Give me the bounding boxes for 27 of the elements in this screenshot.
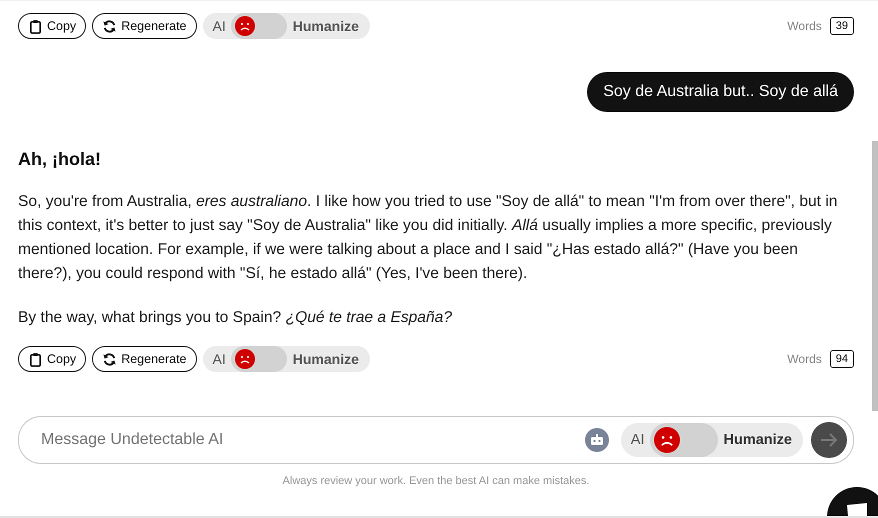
sad-face-icon (654, 427, 680, 453)
copy-button[interactable]: Copy (18, 13, 86, 39)
word-count-label: Words (787, 19, 822, 33)
word-count-label: Words (787, 352, 822, 366)
reply-paragraph: By the way, what brings you to Spain? ¿Qué te trae a España? (18, 308, 453, 328)
humanize-toggle[interactable]: AI Humanize (620, 423, 803, 457)
refresh-icon (102, 18, 118, 34)
sad-face-icon (234, 16, 255, 36)
send-arrow-button[interactable] (811, 422, 847, 458)
user-message: Soy de Australia but.. Soy de allá (587, 72, 854, 112)
clipboard-icon (28, 352, 43, 366)
humanize-toggle[interactable]: AI Humanize (202, 346, 370, 372)
robot-icon[interactable] (584, 428, 609, 452)
reply-paragraph: So, you're from Australia, eres australiano. I like how you tried to use "Soy de allá" to mean "I'm from over there", but in this context, it's better to just say "Soy de Australia" like you did initially. Allá usually implies a more specific, previously mentioned location. For example, if we were talking about a place and I said "¿Has estado allá?" (Have you been there?), you could respond with "Sí, he estado allá" (Yes, I've been there). (18, 192, 838, 284)
humanize-toggle[interactable]: AI Humanize (202, 13, 370, 39)
scrollbar[interactable] (872, 141, 878, 411)
regenerate-button[interactable]: Regenerate (92, 13, 197, 39)
word-count: 39 (830, 17, 854, 35)
disclaimer-text: Always review your work. Even the best AI can make mistakes. (282, 475, 590, 487)
sad-face-icon (234, 349, 255, 369)
regenerate-button[interactable]: Regenerate (92, 346, 197, 372)
message-field[interactable]: Message Undetectable AI AI Humanize (18, 416, 854, 464)
clipboard-icon (28, 18, 43, 34)
reply-heading: Ah, ¡hola! (18, 149, 102, 170)
refresh-icon (102, 352, 118, 366)
copy-button[interactable]: Copy (18, 346, 86, 372)
word-count: 94 (830, 350, 854, 368)
